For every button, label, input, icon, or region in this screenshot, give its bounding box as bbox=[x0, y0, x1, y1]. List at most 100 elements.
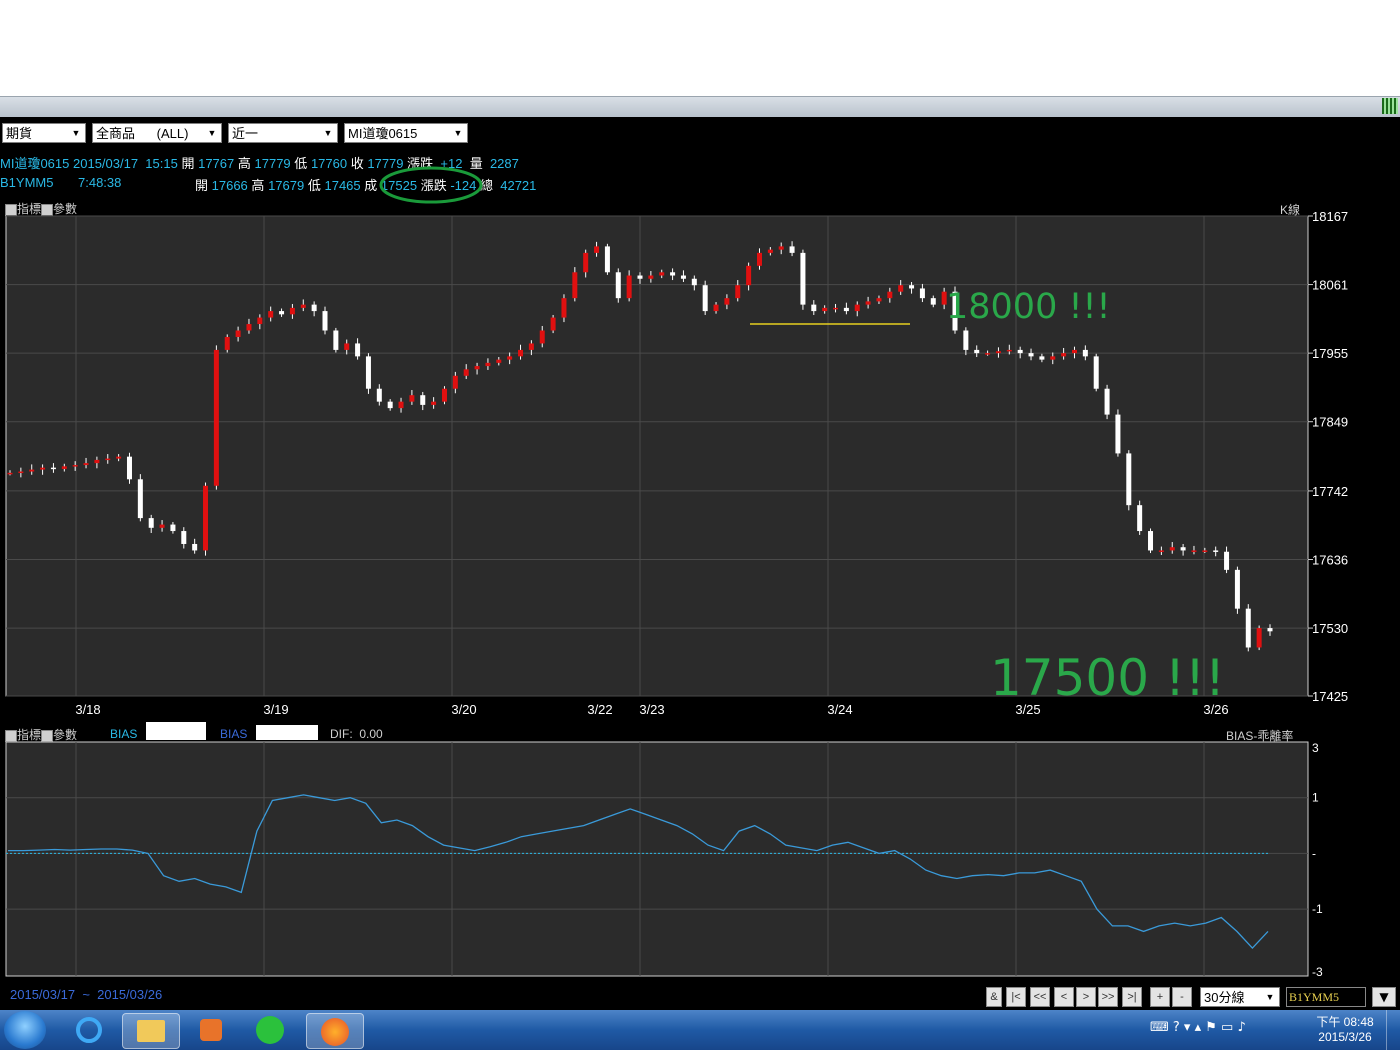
firefox-icon[interactable] bbox=[306, 1013, 364, 1049]
candle-body bbox=[431, 401, 437, 405]
nav-button-6[interactable]: >| bbox=[1122, 987, 1142, 1007]
candle-body bbox=[854, 304, 860, 312]
candle-body bbox=[811, 304, 817, 312]
candle-body bbox=[203, 485, 209, 551]
bias2-value-box bbox=[256, 725, 318, 740]
candle-body bbox=[670, 272, 676, 276]
x-tick-label: 3/20 bbox=[451, 702, 476, 717]
candle-body bbox=[181, 531, 187, 544]
candle-body bbox=[409, 395, 415, 402]
range-select[interactable]: 近一 ▼ bbox=[228, 123, 338, 143]
system-tray-icons[interactable]: ⌨ ? ▾ ▴ ⚑ ▭ ♪ bbox=[1150, 1020, 1300, 1040]
candle-body bbox=[767, 249, 773, 253]
quote1-low: 17760 bbox=[310, 156, 348, 171]
candle-body bbox=[550, 317, 556, 331]
candle-body bbox=[398, 401, 404, 409]
candle-body bbox=[148, 518, 154, 528]
candle-body bbox=[496, 359, 502, 363]
candle-body bbox=[1158, 550, 1164, 552]
bias2-label: BIAS bbox=[220, 727, 248, 741]
candle-body bbox=[1071, 349, 1077, 354]
market-select[interactable]: 期貨 ▼ bbox=[2, 123, 86, 143]
annotation-17500: 17500 !!! bbox=[990, 649, 1226, 707]
candle-body bbox=[594, 246, 600, 253]
explorer-icon[interactable] bbox=[122, 1013, 180, 1049]
quote1-open-label: 開 bbox=[181, 156, 195, 171]
clock-time: 下午 08:48 bbox=[1316, 1015, 1374, 1029]
period-select[interactable]: 30分線 ▼ bbox=[1200, 987, 1280, 1007]
nav-button-3[interactable]: < bbox=[1054, 987, 1074, 1007]
candle-body bbox=[137, 479, 143, 519]
candle-body bbox=[1180, 547, 1186, 551]
quote1-symbol: MI道瓊0615 bbox=[0, 156, 70, 171]
quote2-total: 42721 bbox=[500, 178, 537, 193]
nav-button-0[interactable]: & bbox=[986, 987, 1002, 1007]
bias-y-tick-label: 3 bbox=[1312, 741, 1319, 755]
annotation-18000: 18000 !!! bbox=[946, 287, 1111, 327]
candle-body bbox=[224, 336, 230, 350]
nav-button-2[interactable]: << bbox=[1030, 987, 1050, 1007]
show-desktop-button[interactable] bbox=[1386, 1010, 1400, 1050]
candle-body bbox=[930, 298, 936, 305]
candle-body bbox=[876, 298, 882, 302]
symbol-input[interactable]: B1YMM5 bbox=[1286, 987, 1366, 1007]
quote2-low-label: 低 bbox=[307, 178, 321, 193]
nav-button-7[interactable]: + bbox=[1150, 987, 1170, 1007]
nav-button-8[interactable]: - bbox=[1172, 987, 1192, 1007]
date-tilde: ~ bbox=[82, 987, 90, 1002]
nav-button-5[interactable]: >> bbox=[1098, 987, 1118, 1007]
candle-body bbox=[572, 272, 578, 299]
candle-body bbox=[83, 463, 89, 466]
candle-body bbox=[213, 349, 219, 486]
start-button-icon[interactable] bbox=[4, 1011, 46, 1049]
window-grip-icon[interactable] bbox=[1382, 98, 1398, 114]
media-player-icon[interactable] bbox=[182, 1013, 238, 1047]
candle-body bbox=[1267, 628, 1273, 632]
candle-body bbox=[778, 246, 784, 250]
bias1-label: BIAS bbox=[110, 727, 138, 741]
candle-body bbox=[441, 388, 447, 402]
quote1-datetime: 2015/03/17 15:15 bbox=[73, 156, 178, 171]
quote1-volume: 2287 bbox=[489, 156, 519, 171]
candle-body bbox=[724, 298, 730, 305]
candle-body bbox=[919, 288, 925, 299]
symbol-select[interactable]: MI道瓊0615 ▼ bbox=[344, 123, 468, 143]
quote2-close-label: 成 bbox=[364, 178, 378, 193]
candlestick-chart[interactable]: 18167 18061 17955 17849 17742 17636 17530 17425… bbox=[0, 212, 1400, 722]
quote2-high-label: 高 bbox=[251, 178, 265, 193]
candle-body bbox=[126, 456, 132, 480]
candle-body bbox=[648, 275, 654, 279]
candle-body bbox=[1137, 505, 1143, 532]
candle-body bbox=[61, 466, 67, 469]
candle-body bbox=[311, 304, 317, 312]
line-icon[interactable] bbox=[242, 1013, 298, 1047]
chevron-down-icon: ▼ bbox=[1379, 990, 1389, 1004]
candle-body bbox=[746, 265, 752, 286]
ie-icon[interactable] bbox=[62, 1013, 118, 1047]
date-from: 2015/03/17 bbox=[10, 987, 76, 1002]
date-range: 2015/03/17 ~ 2015/03/26 bbox=[10, 987, 162, 1002]
nav-button-4[interactable]: > bbox=[1076, 987, 1096, 1007]
candle-body bbox=[583, 252, 589, 273]
candle-body bbox=[1202, 550, 1208, 552]
candle-body bbox=[159, 524, 165, 528]
candle-body bbox=[604, 246, 610, 273]
candle-body bbox=[659, 272, 665, 276]
clock[interactable]: 下午 08:48 2015/3/26 bbox=[1312, 1013, 1378, 1044]
candle-body bbox=[170, 524, 176, 532]
candle-body bbox=[1213, 550, 1219, 552]
candle-body bbox=[713, 304, 719, 312]
y-tick-label: 18167 bbox=[1312, 212, 1348, 224]
dif-value: 0.00 bbox=[359, 727, 383, 741]
candle-body bbox=[963, 330, 969, 350]
candle-body bbox=[300, 304, 306, 308]
date-to: 2015/03/26 bbox=[97, 987, 163, 1002]
symbol-dropdown-button[interactable]: ▼ bbox=[1372, 987, 1396, 1007]
product-select[interactable]: 全商品 (ALL) ▼ bbox=[92, 123, 222, 143]
candle-body bbox=[1082, 349, 1088, 357]
candle-body bbox=[485, 362, 491, 367]
bias-chart[interactable]: 3 1 - -1 -3 bbox=[0, 740, 1400, 980]
nav-button-1[interactable]: |< bbox=[1006, 987, 1026, 1007]
candle-body bbox=[420, 395, 426, 405]
candle-body bbox=[1224, 551, 1230, 570]
